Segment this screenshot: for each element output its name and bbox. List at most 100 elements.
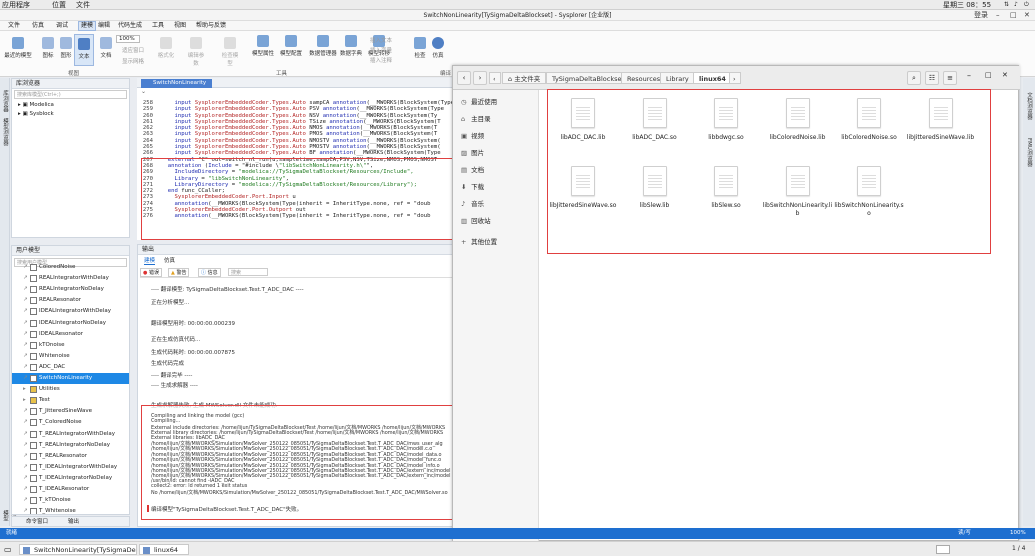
diagram-view-button[interactable]: 图形 [56,37,76,59]
documentation-button[interactable]: 文档 [96,37,116,59]
apps-menu[interactable]: 应用程序 [2,1,30,9]
user-model-item[interactable]: ↗ ADC_DAC [12,362,129,373]
forward-icon[interactable]: › [473,71,487,85]
insert-annotation-button[interactable]: 插入注释 [370,56,392,64]
user-model-item[interactable]: ▸ Test [12,395,129,406]
file-item[interactable]: libbdwgc.so [691,98,761,142]
crumb-right-arrow[interactable]: › [729,72,741,84]
file-item[interactable]: libSwitchNonLinearity.so [834,166,904,218]
user-model-item[interactable]: ▸ Utilities [12,384,129,395]
nav-trash[interactable]: ▥ 回收站 [461,215,491,225]
check-button[interactable]: 检查 [410,37,430,59]
text-view-button[interactable]: 文本 [74,34,94,66]
user-model-item[interactable]: ↗ IDEALIntegratorWithDelay [12,306,129,317]
recent-models-button[interactable]: 最近的模型 [4,37,32,59]
nav-recent[interactable]: ◷ 最近使用 [461,96,497,106]
tree-item-modelica[interactable]: ▸ ▣ Modelica [18,101,54,110]
task-sysplorer[interactable]: SwitchNonLinearity[TySigmaDeltaB... [19,544,137,555]
user-model-item[interactable]: ↗ T_ColoredNoise [12,417,129,428]
filter-warnings[interactable]: ▲ 警告 [168,268,190,277]
tree-item-sysblock[interactable]: ▸ ▣ Sysblock [18,110,54,119]
editor-tab[interactable]: SwitchNonLinearity [141,79,213,88]
filter-errors[interactable]: ● 错误 [140,268,162,277]
crumb-library[interactable]: Library [660,72,695,84]
fm-close-icon[interactable]: ✕ [1002,71,1008,79]
nav-documents[interactable]: ▤ 文档 [461,164,484,174]
user-model-item[interactable]: ↗ T_kTOnoise [12,495,129,506]
fm-maximize-icon[interactable]: □ [985,71,992,79]
user-model-item[interactable]: ↗ T_Whitenoise [12,506,129,514]
data-manager-button[interactable]: 数据管理器 [308,35,338,57]
data-dictionary-button[interactable]: 数据字典 [338,35,364,57]
maximize-icon[interactable]: □ [1010,10,1017,21]
user-model-item[interactable]: ↗ T_IDEALResonator [12,484,129,495]
menu-edit[interactable]: 编辑 [98,22,110,30]
network-icon[interactable]: ⇅ [1004,1,1009,9]
user-model-item[interactable]: ↗ T_IDEALIntegratorNoDelay [12,473,129,484]
file-item[interactable]: libSwitchNonLinearity.lib [763,166,833,218]
file-item[interactable]: libSlew.lib [620,166,690,210]
user-model-item[interactable]: ↗ T_REALIntegratorWithDelay [12,429,129,440]
volume-icon[interactable]: ♪ [1014,1,1018,9]
menu-debug[interactable]: 调试 [56,22,68,30]
library-search-input[interactable]: 搜索库模型(Ctrl+;) [14,90,127,99]
places-menu[interactable]: 位置 [52,1,66,9]
collapse-icon[interactable]: ⌄ [141,88,146,95]
workspace-indicator[interactable] [936,545,950,554]
clock[interactable]: 星期三 08：55 [943,1,991,9]
close-icon[interactable]: ✕ [1024,10,1030,21]
user-model-item[interactable]: ↗ T_REALResonator [12,451,129,462]
nav-other-locations[interactable]: + 其他位置 [461,236,497,246]
user-model-item[interactable]: ↗ ColoredNoise [12,262,129,273]
tab-library-browser[interactable]: 库浏览器 [1,90,9,112]
menu-modeling[interactable]: 建模 [78,21,97,31]
menu-simulate[interactable]: 仿真 [32,22,44,30]
output-search-input[interactable]: 搜索 [228,268,268,276]
nav-home[interactable]: ⌂ 主目录 [461,113,491,123]
files-menu[interactable]: 文件 [76,1,90,9]
zoom-select[interactable]: 100% [116,35,140,43]
minimize-icon[interactable]: – [996,10,1000,21]
output-tab-modeling[interactable]: 建模 [144,256,156,265]
fit-window-button[interactable]: 适应窗口 [122,46,144,54]
file-item[interactable]: libColoredNoise.lib [763,98,833,142]
tab-model-browser[interactable]: 模型浏览器 [1,118,9,146]
user-model-item[interactable]: ↗ T_IDEALIntegratorWithDelay [12,462,129,473]
code-editor[interactable]: ⌄ 258 input SysplorerEmbeddedCoder.Types… [137,88,453,240]
model-tools-button[interactable]: 编辑参数 [186,37,206,67]
tab-output[interactable]: 输出 [68,517,79,527]
back-icon[interactable]: ‹ [457,71,471,85]
user-model-item[interactable]: ↗ REALIntegratorNoDelay [12,284,129,295]
nav-pictures[interactable]: ▨ 图片 [461,147,484,157]
file-item[interactable]: libJitteredSineWave.so [548,166,618,210]
model-config-button[interactable]: 模型配置 [278,35,304,57]
user-model-item[interactable]: ↗ REALResonator [12,295,129,306]
output-tab-simulation[interactable]: 仿真 [164,256,175,264]
format-button[interactable]: 格式化 [156,37,176,59]
user-model-item[interactable]: ↗ REALIntegratorWithDelay [12,273,129,284]
file-item[interactable]: libJitteredSineWave.lib [906,98,976,142]
menu-tools[interactable]: 工具 [152,22,164,30]
nav-music[interactable]: ♪ 音乐 [461,198,484,208]
login-link[interactable]: 登录 [974,10,988,21]
fm-minimize-icon[interactable]: – [967,71,971,80]
nav-videos[interactable]: ▣ 视频 [461,130,484,140]
user-model-item[interactable]: ↗ T_REALIntegratorNoDelay [12,440,129,451]
user-model-item[interactable]: ↗ Whitenoise [12,351,129,362]
simulate-button[interactable]: 仿真 [428,37,448,59]
model-properties-button[interactable]: 模型属性 [250,35,276,57]
menu-view[interactable]: 视图 [174,22,186,30]
tab-fmu-browser[interactable]: FMU浏览器 [1025,138,1033,166]
crumb-linux64[interactable]: linux64 [693,72,732,84]
check-model-button[interactable]: 检查模型 [220,37,240,67]
show-desktop-icon[interactable]: ▭ [4,545,12,554]
tab-command-window[interactable]: 命令窗口 [26,517,48,527]
search-icon[interactable]: ⌕ [907,71,921,85]
crumb-home[interactable]: ⌂ 主文件夹 [502,72,547,84]
insert-text-button[interactable]: 插入文本 [370,36,392,44]
task-linux64[interactable]: linux64 [139,544,189,555]
user-model-item[interactable]: ↗ IDEALResonator [12,329,129,340]
crumb-left-arrow[interactable]: ‹ [489,72,501,84]
icon-view-button[interactable]: 图标 [38,37,58,59]
menu-help[interactable]: 帮助与反馈 [196,22,226,30]
